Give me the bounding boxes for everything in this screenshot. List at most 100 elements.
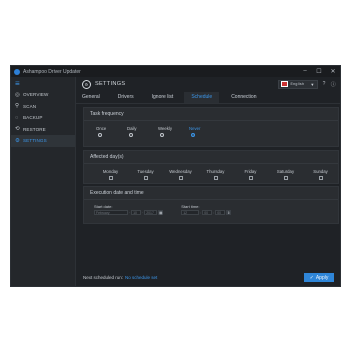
option-label: Daily [127, 126, 137, 131]
day-wednesday[interactable]: Wednesday [163, 169, 198, 180]
help-icon[interactable]: ? [323, 81, 326, 87]
uk-flag-icon [281, 81, 289, 87]
backup-icon: ◌ [15, 114, 19, 121]
checkbox-wednesday[interactable] [178, 176, 183, 180]
task-frequency-title: Task frequency [84, 108, 338, 121]
start-date-label: Start date: [94, 204, 113, 209]
search-icon: ⚲ [15, 103, 20, 110]
execution-title: Execution date and time [84, 187, 338, 200]
minimize-button[interactable]: – [298, 68, 312, 75]
sidebar-item-label: SCAN [23, 103, 37, 109]
sidebar-item-scan[interactable]: ⚲ SCAN [11, 101, 75, 113]
option-label: Once [96, 126, 107, 131]
checkbox-saturday[interactable] [283, 176, 288, 180]
sidebar-item-label: RESTORE [23, 126, 46, 132]
check-icon: ✓ [309, 274, 314, 281]
time-separator: : [213, 210, 215, 215]
day-label: Wednesday [169, 169, 192, 174]
start-date-field: February · 10 · 2017 ▦ [94, 210, 164, 215]
page-header: ⚙ SETTINGS English ▼ ? ⓘ [76, 77, 340, 91]
affected-days-title: Affected day(s) [84, 151, 338, 164]
apply-label: Apply [315, 274, 329, 281]
sidebar-item-label: OVERVIEW [23, 92, 49, 98]
day-saturday[interactable]: Saturday [268, 169, 303, 180]
days-row: Monday Tuesday Wednesday Thursday Friday… [84, 164, 338, 180]
execution-panel: Execution date and time Start date: Febr… [83, 186, 339, 224]
spinner-icon[interactable]: ⇕ [226, 210, 232, 215]
start-time-field: 12 : 00 : 00 ⇕ [181, 210, 232, 215]
restore-icon: ⟲ [15, 126, 20, 133]
footer-bar: Next scheduled run: No schedule set ✓ Ap… [83, 267, 340, 286]
tab-schedule[interactable]: Schedule [184, 92, 220, 103]
day-label: Thursday [206, 169, 225, 174]
calendar-icon[interactable]: ▦ [158, 210, 164, 215]
start-minute-input[interactable]: 00 [202, 210, 213, 215]
app-window: Ashampoo Driver Updater – ☐ ✕ ≡ ◎ OVERVI… [10, 65, 341, 287]
gear-icon: ⚙ [15, 137, 21, 144]
option-label: Weekly [158, 126, 173, 131]
day-tuesday[interactable]: Tuesday [128, 169, 163, 180]
start-month-input[interactable]: February [94, 210, 128, 215]
frequency-weekly-option[interactable]: Weekly [158, 126, 189, 137]
main-content: ⚙ SETTINGS English ▼ ? ⓘ General Drivers… [76, 77, 340, 286]
execution-fields: Start date: February · 10 · 2017 ▦ Start… [84, 200, 338, 215]
day-thursday[interactable]: Thursday [198, 169, 233, 180]
checkbox-thursday[interactable] [213, 176, 218, 180]
date-separator: · [129, 210, 131, 215]
start-time-label: Start time: [181, 204, 200, 209]
day-label: Tuesday [137, 169, 154, 174]
time-separator: : [200, 210, 202, 215]
close-button[interactable]: ✕ [326, 68, 340, 75]
tab-general[interactable]: General [82, 94, 106, 103]
chevron-down-icon: ▼ [310, 81, 315, 87]
day-label: Friday [244, 169, 257, 174]
sidebar-item-overview[interactable]: ◎ OVERVIEW [11, 89, 75, 101]
checkbox-friday[interactable] [248, 176, 253, 180]
frequency-daily-option[interactable]: Daily [127, 126, 158, 137]
radio-never[interactable] [191, 133, 195, 137]
start-year-input[interactable]: 2017 [144, 210, 158, 215]
frequency-once-option[interactable]: Once [96, 126, 127, 137]
app-logo-icon [14, 68, 20, 75]
affected-days-panel: Affected day(s) Monday Tuesday Wednesday… [83, 150, 339, 184]
checkbox-sunday[interactable] [318, 176, 323, 180]
maximize-button[interactable]: ☐ [312, 68, 326, 75]
checkbox-monday[interactable] [108, 176, 113, 180]
settings-gear-icon: ⚙ [82, 79, 91, 89]
day-monday[interactable]: Monday [93, 169, 128, 180]
radio-daily[interactable] [129, 133, 133, 137]
start-date-block: Start date: February · 10 · 2017 ▦ [94, 204, 164, 215]
frequency-options: Once Daily Weekly Never [84, 121, 338, 137]
date-separator: · [142, 210, 144, 215]
tab-connection[interactable]: Connection [231, 94, 262, 103]
tab-ignore-list[interactable]: Ignore list [152, 94, 180, 103]
title-bar: Ashampoo Driver Updater – ☐ ✕ [11, 66, 340, 77]
frequency-never-option[interactable]: Never [189, 126, 220, 137]
hamburger-menu-icon[interactable]: ≡ [11, 77, 75, 89]
tab-bar: General Drivers Ignore list Schedule Con… [76, 91, 340, 104]
day-friday[interactable]: Friday [233, 169, 268, 180]
sidebar-item-settings[interactable]: ⚙ SETTINGS [11, 135, 75, 147]
checkbox-tuesday[interactable] [143, 176, 148, 180]
language-select[interactable]: English ▼ [278, 79, 318, 89]
apply-button[interactable]: ✓ Apply [304, 273, 334, 282]
next-run-label: Next scheduled run: [83, 274, 124, 280]
day-sunday[interactable]: Sunday [303, 169, 338, 180]
app-title: Ashampoo Driver Updater [23, 68, 81, 75]
day-label: Saturday [276, 169, 295, 174]
start-day-input[interactable]: 10 [131, 210, 142, 215]
sidebar-item-restore[interactable]: ⟲ RESTORE [11, 124, 75, 136]
window-controls: – ☐ ✕ [298, 68, 340, 75]
radio-once[interactable] [98, 133, 102, 137]
tab-drivers[interactable]: Drivers [118, 94, 140, 103]
start-second-input[interactable]: 00 [215, 210, 226, 215]
sidebar-item-label: SETTINGS [23, 138, 47, 144]
next-run-link[interactable]: No schedule set [125, 275, 157, 280]
radio-weekly[interactable] [160, 133, 164, 137]
sidebar: ≡ ◎ OVERVIEW ⚲ SCAN ◌ BACKUP ⟲ RESTORE ⚙… [11, 77, 76, 286]
start-hour-input[interactable]: 12 [181, 210, 200, 215]
sidebar-item-label: BACKUP [23, 115, 43, 121]
sidebar-item-backup[interactable]: ◌ BACKUP [11, 112, 75, 124]
info-icon[interactable]: ⓘ [331, 81, 336, 88]
page-title: SETTINGS [95, 81, 126, 87]
